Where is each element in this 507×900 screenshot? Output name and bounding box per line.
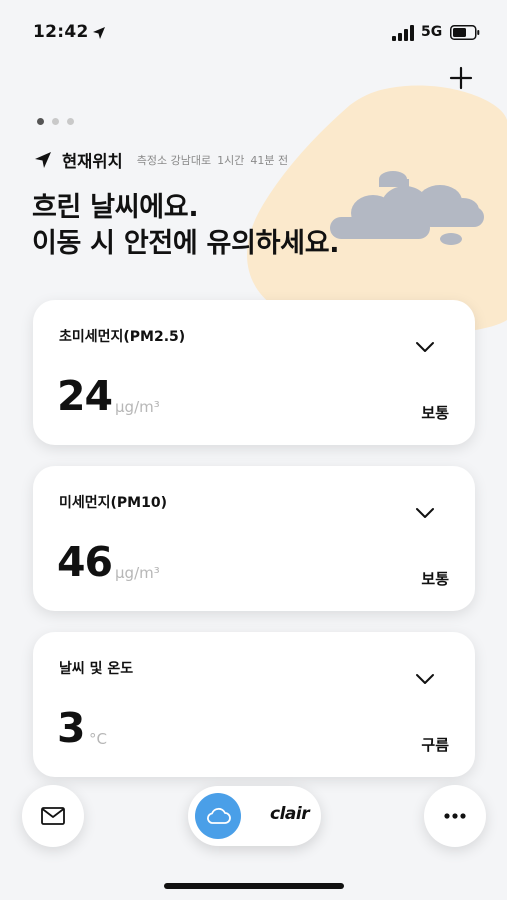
- battery-icon: [450, 25, 480, 40]
- location-row: 현재위치 측정소 강남대로 1시간 41분 전: [34, 148, 294, 172]
- current-location-label: 현재위치: [62, 152, 123, 171]
- card-value: 3: [57, 704, 86, 752]
- page-indicator: [37, 118, 74, 125]
- mail-button[interactable]: [22, 785, 84, 847]
- home-indicator: [164, 883, 344, 889]
- card-unit: μg/m³: [115, 398, 160, 416]
- headline-line-1: 흐린 날씨에요.: [32, 192, 199, 223]
- page-dot: [52, 118, 59, 125]
- card-unit: °C: [89, 730, 107, 748]
- cloud-illustration: [330, 171, 484, 245]
- weather-temperature-card[interactable]: 날씨 및 온도 3 °C 구름: [33, 632, 475, 777]
- card-status: 보통: [421, 404, 449, 422]
- page-dot: [67, 118, 74, 125]
- pm10-card[interactable]: 미세먼지(PM10) 46 μg/m³ 보통: [33, 466, 475, 611]
- more-icon: [444, 813, 466, 819]
- station-name: 측정소 강남대로: [136, 154, 212, 167]
- signal-icon: [392, 25, 414, 41]
- card-unit: μg/m³: [115, 564, 160, 582]
- card-status: 보통: [421, 570, 449, 588]
- card-value: 46: [57, 538, 113, 586]
- clair-logo: clair: [270, 804, 310, 824]
- cloud-button[interactable]: [195, 793, 241, 839]
- card-value: 24: [57, 372, 113, 420]
- clair-button[interactable]: clair: [188, 786, 321, 846]
- chevron-down-icon[interactable]: [415, 340, 435, 354]
- headline-line-2: 이동 시 안전에 유의하세요.: [32, 228, 340, 259]
- station-info: 측정소 강남대로 1시간 41분 전: [137, 152, 294, 168]
- update-time-hours: 1시간: [217, 154, 245, 167]
- status-time: 12:42: [33, 22, 89, 42]
- update-time-minutes: 41분 전: [250, 154, 289, 167]
- card-title: 초미세먼지(PM2.5): [59, 329, 186, 345]
- pm25-card[interactable]: 초미세먼지(PM2.5) 24 μg/m³ 보통: [33, 300, 475, 445]
- card-status: 구름: [421, 736, 449, 754]
- network-type: 5G: [421, 24, 443, 40]
- more-button[interactable]: [424, 785, 486, 847]
- chevron-down-icon[interactable]: [415, 506, 435, 520]
- chevron-down-icon[interactable]: [415, 672, 435, 686]
- card-title: 날씨 및 온도: [59, 661, 134, 677]
- weather-headline: 흐린 날씨에요. 이동 시 안전에 유의하세요.: [32, 190, 340, 262]
- page-dot-active: [37, 118, 44, 125]
- status-bar: 12:42 5G: [0, 0, 507, 60]
- cloud-icon: [207, 807, 231, 824]
- card-title: 미세먼지(PM10): [59, 495, 167, 511]
- location-arrow-icon: [93, 27, 105, 39]
- location-arrow-icon: [35, 152, 51, 168]
- add-location-button[interactable]: [447, 64, 475, 92]
- mail-icon: [41, 807, 65, 825]
